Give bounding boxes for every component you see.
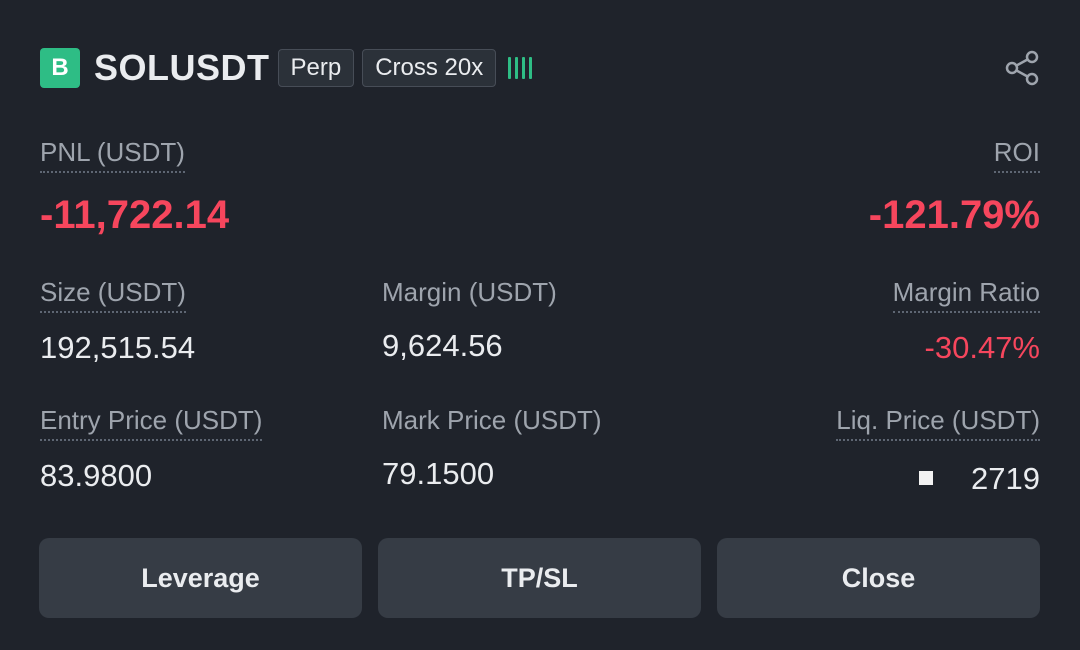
liq-price-value: 2719 xyxy=(919,461,1040,496)
pnl-value: -11,722.14 xyxy=(40,193,230,237)
redaction-mark xyxy=(919,470,934,485)
side-badge: B xyxy=(40,48,80,88)
close-position-button[interactable]: Close xyxy=(717,538,1040,618)
risk-bars-icon xyxy=(508,57,533,79)
entry-price-value: 83.9800 xyxy=(40,458,153,493)
margin-value: 9,624.56 xyxy=(382,328,503,363)
position-card: B SOLUSDT Perp Cross 20x PNL (USDT) -11,… xyxy=(0,0,1080,650)
contract-type-tag: Perp xyxy=(277,49,355,87)
margin-ratio-label[interactable]: Margin Ratio xyxy=(892,278,1040,313)
margin-label: Margin (USDT) xyxy=(382,277,557,307)
tpsl-button[interactable]: TP/SL xyxy=(378,538,701,618)
entry-price-label[interactable]: Entry Price (USDT) xyxy=(40,406,263,441)
size-label[interactable]: Size (USDT) xyxy=(40,278,186,313)
mark-price-value: 79.1500 xyxy=(382,456,495,491)
margin-mode-tag: Cross 20x xyxy=(362,49,497,87)
liq-price-label[interactable]: Liq. Price (USDT) xyxy=(836,406,1040,441)
share-icon[interactable] xyxy=(1003,49,1041,87)
position-header: B SOLUSDT Perp Cross 20x xyxy=(40,47,533,89)
roi-value: -121.79% xyxy=(868,193,1040,237)
liq-price-number: 2719 xyxy=(971,461,1040,496)
pnl-label[interactable]: PNL (USDT) xyxy=(40,138,185,173)
mark-price-label: Mark Price (USDT) xyxy=(382,405,602,435)
leverage-button[interactable]: Leverage xyxy=(39,538,362,618)
symbol-name: SOLUSDT xyxy=(94,47,270,88)
size-value: 192,515.54 xyxy=(40,330,196,365)
margin-ratio-value: -30.47% xyxy=(924,330,1040,365)
roi-label[interactable]: ROI xyxy=(993,138,1040,173)
